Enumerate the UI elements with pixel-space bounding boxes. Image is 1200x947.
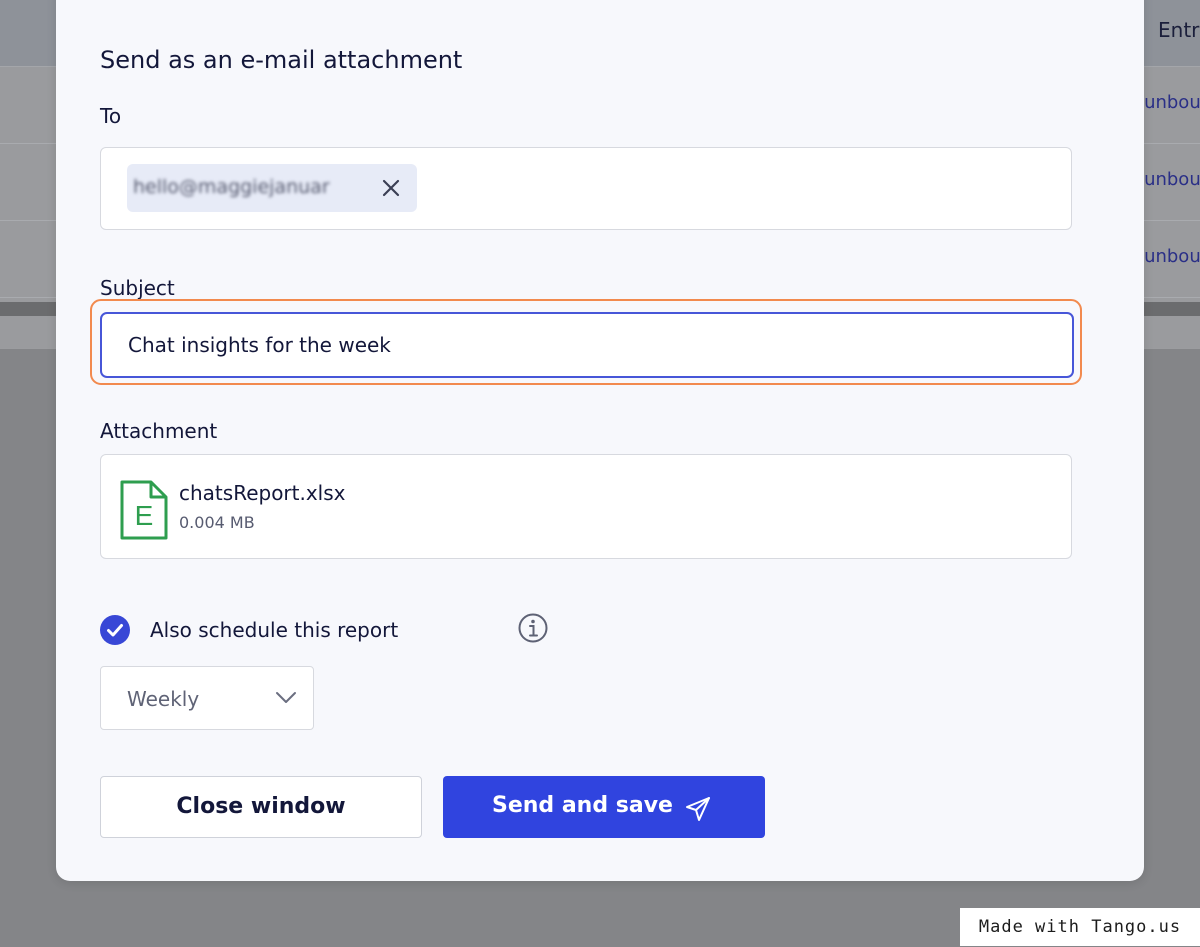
to-field[interactable]: hello@maggiejanuar: [100, 147, 1072, 230]
tango-watermark: Made with Tango.us: [960, 908, 1200, 946]
background-row-link: /unbou: [1138, 169, 1200, 190]
send-and-save-label: Send and save: [492, 793, 673, 818]
recipient-chip: hello@maggiejanuar: [127, 164, 417, 212]
schedule-frequency-value: Weekly: [127, 687, 200, 711]
subject-label: Subject: [100, 276, 175, 300]
schedule-frequency-select[interactable]: Weekly: [100, 666, 314, 730]
recipient-email: hello@maggiejanuar: [133, 176, 330, 198]
send-report-modal: Send as an e-mail attachment To hello@ma…: [56, 0, 1144, 881]
paper-plane-icon: [686, 797, 710, 821]
close-icon[interactable]: [379, 176, 403, 200]
attachment-file-size: 0.004 MB: [179, 513, 255, 532]
chevron-down-icon: [276, 692, 296, 703]
check-icon: [107, 624, 123, 637]
attachment-card: E chatsReport.xlsx 0.004 MB: [100, 454, 1072, 559]
send-and-save-button[interactable]: Send and save: [443, 776, 765, 838]
attachment-label: Attachment: [100, 419, 218, 443]
schedule-label: Also schedule this report: [150, 618, 399, 642]
background-column-header: Entr: [1158, 18, 1200, 42]
file-icon-letter: E: [135, 500, 154, 531]
background-row-link: /unbou: [1138, 246, 1200, 267]
schedule-checkbox[interactable]: [100, 615, 130, 645]
subject-input[interactable]: [100, 312, 1074, 378]
attachment-file-name: chatsReport.xlsx: [179, 481, 346, 505]
to-label: To: [100, 104, 122, 128]
close-window-button[interactable]: Close window: [100, 776, 422, 838]
section-title: Send as an e-mail attachment: [100, 46, 463, 74]
background-row-link: /unbou: [1138, 92, 1200, 113]
info-icon[interactable]: [517, 612, 549, 644]
excel-file-icon: E: [120, 480, 168, 540]
